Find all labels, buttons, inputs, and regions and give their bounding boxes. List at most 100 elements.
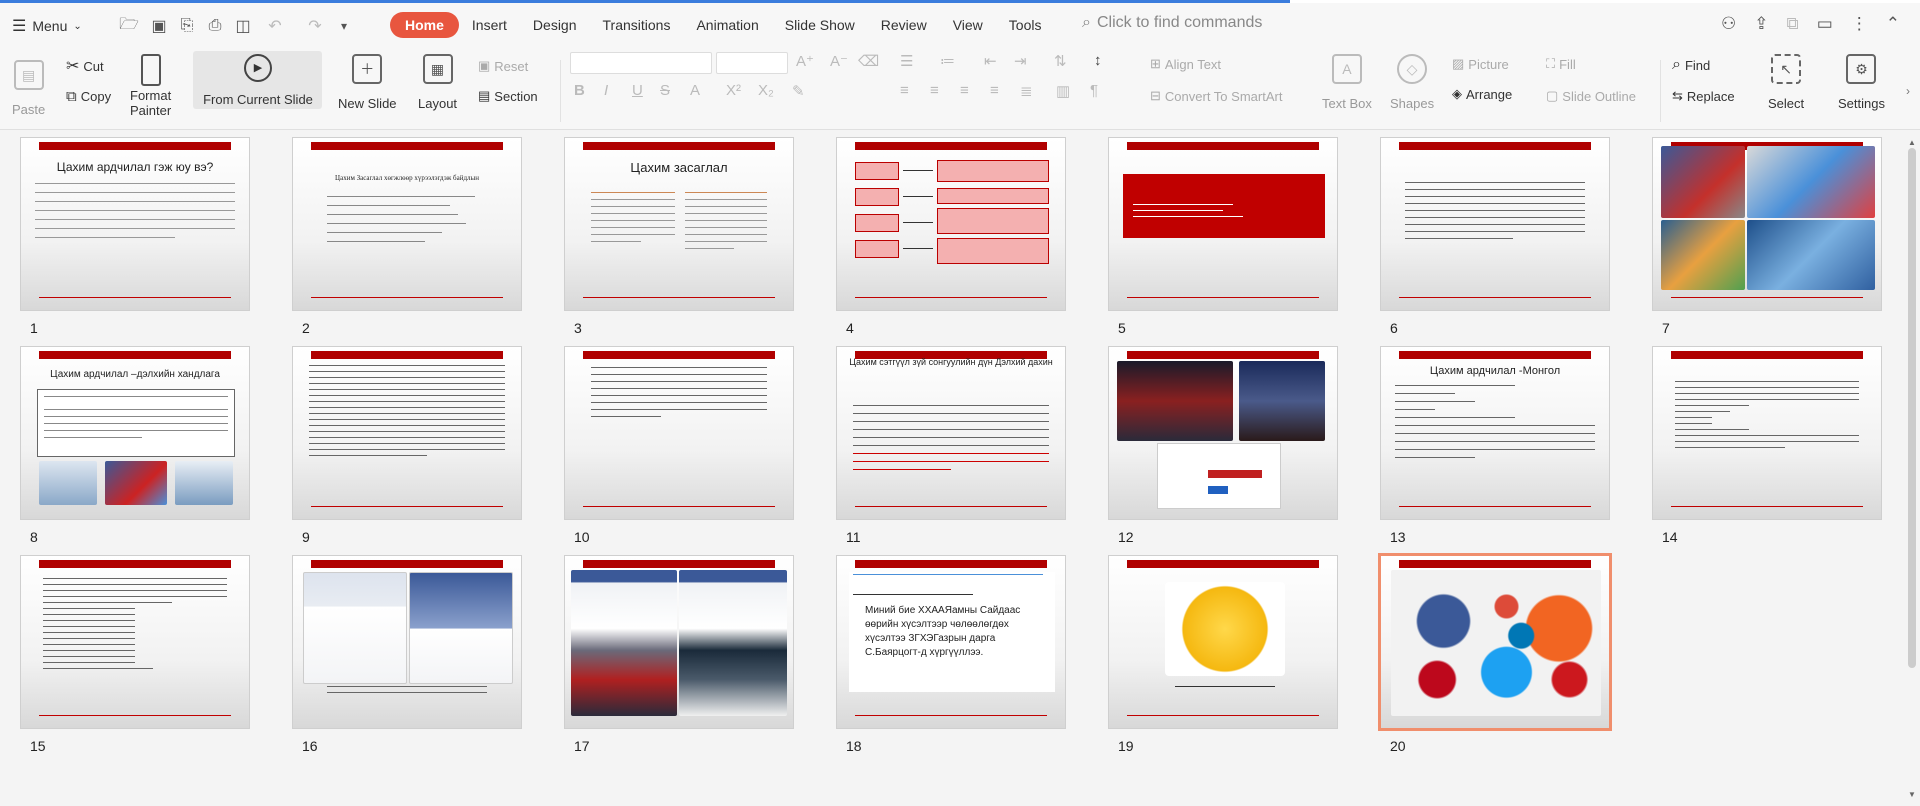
fill-button[interactable]: ⛶ Fill	[1546, 56, 1576, 72]
more-icon[interactable]: ⋮	[1851, 14, 1868, 34]
convert-smartart-button[interactable]: ⊟ Convert To SmartArt	[1150, 88, 1282, 104]
text-box	[37, 389, 235, 457]
align-left-icon[interactable]: ≡	[900, 82, 909, 99]
paste-button[interactable]: ▤ Paste	[12, 60, 45, 117]
tab-transitions[interactable]: Transitions	[590, 12, 684, 38]
slide-outline-button[interactable]: ▢ Slide Outline	[1546, 88, 1636, 104]
slide-thumbnail-19[interactable]	[1108, 555, 1338, 729]
menu-button[interactable]: ☰ Menu ⌄	[12, 15, 82, 37]
social-media-collage-image	[1747, 220, 1875, 290]
redo-icon[interactable]: ↷	[304, 14, 326, 38]
clear-format-icon[interactable]: ⌫	[858, 52, 879, 70]
open-folder-icon[interactable]: 🗁	[118, 14, 140, 38]
new-slide-button[interactable]: ＋ New Slide	[338, 54, 397, 111]
align-center-icon[interactable]: ≡	[930, 82, 939, 99]
share-icon[interactable]: ⇪	[1754, 14, 1768, 34]
add-user-icon[interactable]: ⚇	[1721, 14, 1736, 34]
tab-slide-show[interactable]: Slide Show	[772, 12, 868, 38]
bold-icon[interactable]: B	[574, 82, 585, 99]
italic-icon[interactable]: I	[604, 82, 608, 99]
cloud-icon[interactable]: ⧉	[1787, 14, 1799, 34]
font-size-select[interactable]	[716, 52, 788, 74]
distribute-icon[interactable]: ≣	[1020, 82, 1033, 100]
underline-icon[interactable]: U	[632, 82, 643, 99]
picture-button[interactable]: ▨ Picture	[1452, 56, 1509, 72]
slide-thumbnail-5[interactable]	[1108, 137, 1338, 311]
customize-dropdown-icon[interactable]: ▾	[336, 14, 352, 38]
align-right-icon[interactable]: ≡	[960, 82, 969, 99]
picture-icon: ▨	[1452, 56, 1465, 71]
slide-thumbnail-16[interactable]	[292, 555, 522, 729]
align-text-button[interactable]: ⊞ Align Text	[1150, 56, 1221, 72]
slide-thumbnail-3[interactable]: Цахим засаглал	[564, 137, 794, 311]
format-painter-button[interactable]: Format Painter	[130, 54, 171, 118]
tab-animation[interactable]: Animation	[683, 12, 771, 38]
print-preview-icon[interactable]: ◫	[232, 14, 254, 38]
increase-font-icon[interactable]: A⁺	[796, 52, 814, 70]
save-icon[interactable]: ▣	[148, 14, 170, 38]
slide-thumbnail-11[interactable]: Цахим сэтгүүл зүй сонгуулийн дүн Дэлхий …	[836, 346, 1066, 520]
tab-insert[interactable]: Insert	[459, 12, 520, 38]
slide-thumbnail-9[interactable]	[292, 346, 522, 520]
strikethrough-icon[interactable]: S	[660, 82, 670, 99]
text-box-button[interactable]: A Text Box	[1322, 54, 1372, 111]
slide-thumbnail-14[interactable]	[1652, 346, 1882, 520]
bullets-icon[interactable]: ☰	[900, 52, 913, 70]
undo-icon[interactable]: ↶	[264, 14, 286, 38]
layout-button[interactable]: ▦ Layout	[418, 54, 457, 111]
slide-thumbnail-15[interactable]	[20, 555, 250, 729]
increase-indent-icon[interactable]: ⇥	[1014, 52, 1027, 70]
slide-thumbnail-8[interactable]: Цахим ардчилал –дэлхийн хандлага	[20, 346, 250, 520]
superscript-icon[interactable]: X²	[726, 82, 741, 99]
slide-thumbnail-12[interactable]	[1108, 346, 1338, 520]
slide-thumbnail-1[interactable]: Цахим ардчилал гэж юу вэ?	[20, 137, 250, 311]
numbering-icon[interactable]: ≔	[940, 52, 955, 70]
highlight-icon[interactable]: ✎	[792, 82, 805, 100]
find-button[interactable]: ⌕ Find	[1672, 56, 1710, 74]
scroll-up-icon[interactable]: ▲	[1908, 138, 1916, 147]
tab-view[interactable]: View	[940, 12, 996, 38]
slide-thumbnail-6[interactable]	[1380, 137, 1610, 311]
slide-thumbnail-17[interactable]	[564, 555, 794, 729]
tab-home[interactable]: Home	[390, 12, 459, 38]
slide-thumbnail-10[interactable]	[564, 346, 794, 520]
settings-button[interactable]: ⚙ Settings	[1838, 54, 1885, 111]
copy-button[interactable]: ⧉ Copy	[66, 88, 111, 105]
select-button[interactable]: ↖ Select	[1768, 54, 1804, 111]
font-family-select[interactable]	[570, 52, 712, 74]
text-direction-icon[interactable]: ⇅	[1054, 52, 1067, 70]
collapse-ribbon-icon[interactable]: ⌃	[1886, 14, 1900, 34]
scroll-down-icon[interactable]: ▼	[1908, 790, 1916, 799]
slide-thumbnail-7[interactable]	[1652, 137, 1882, 311]
font-color-icon[interactable]: A	[690, 82, 700, 99]
decrease-indent-icon[interactable]: ⇤	[984, 52, 997, 70]
ribbon-scroll-right-icon[interactable]: ›	[1906, 84, 1910, 98]
section-button[interactable]: ▤ Section	[478, 88, 538, 104]
tab-review[interactable]: Review	[868, 12, 940, 38]
columns-icon[interactable]: ▥	[1056, 82, 1070, 100]
reset-button[interactable]: ▣ Reset	[478, 58, 528, 74]
tab-tools[interactable]: Tools	[996, 12, 1055, 38]
slide-thumbnail-2[interactable]: Цахим Засаглал хөгжлөөр хүрээлэгдэж байд…	[292, 137, 522, 311]
decrease-font-icon[interactable]: A⁻	[830, 52, 848, 70]
scroll-thumb[interactable]	[1908, 148, 1916, 668]
replace-button[interactable]: ⇆ Replace	[1672, 88, 1735, 104]
slide-thumbnail-18[interactable]: Миний бие ХХААЯамны Сайдаас өөрийн хүсэл…	[836, 555, 1066, 729]
print-icon[interactable]: ⎙	[204, 14, 226, 38]
slide-thumbnail-4[interactable]	[836, 137, 1066, 311]
subscript-icon[interactable]: X₂	[758, 82, 774, 99]
command-search[interactable]: ⌕ Click to find commands	[1082, 14, 1262, 32]
window-actions: ⚇ ⇪ ⧉ ▭ ⋮ ⌃	[1721, 14, 1900, 34]
slide-thumbnail-20[interactable]	[1378, 553, 1612, 731]
cut-button[interactable]: ✂ Cut	[66, 56, 104, 76]
line-spacing-icon[interactable]: ↕	[1094, 52, 1102, 69]
slide-thumbnail-13[interactable]: Цахим ардчилал -Монгол	[1380, 346, 1610, 520]
arrange-button[interactable]: ◈ Arrange	[1452, 86, 1512, 102]
export-icon[interactable]: ⎘	[176, 14, 198, 38]
shapes-button[interactable]: ◇ Shapes	[1390, 54, 1434, 111]
smiley-face-image	[1165, 582, 1285, 676]
paragraph-icon[interactable]: ¶	[1090, 82, 1098, 99]
tab-design[interactable]: Design	[520, 12, 590, 38]
comment-icon[interactable]: ▭	[1817, 14, 1833, 34]
justify-icon[interactable]: ≡	[990, 82, 999, 99]
